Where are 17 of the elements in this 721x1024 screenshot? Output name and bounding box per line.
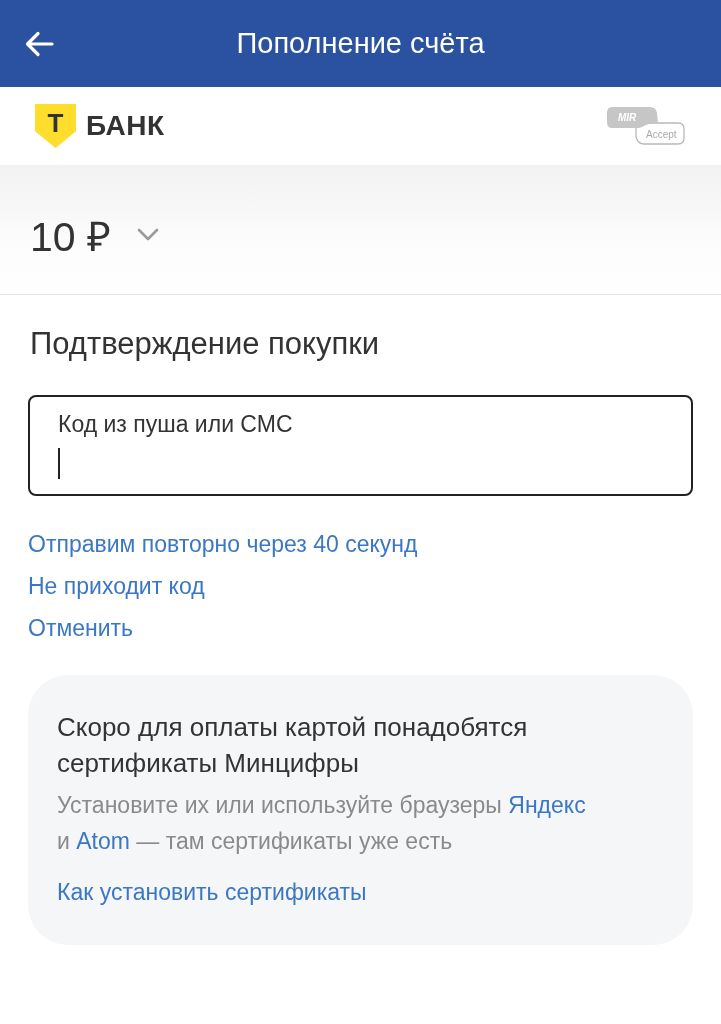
- text-cursor: [58, 448, 60, 479]
- action-link[interactable]: Не приходит код: [28, 565, 205, 607]
- screen-title: Пополнение счёта: [236, 27, 485, 60]
- back-arrow-icon: [24, 30, 54, 57]
- browser-link[interactable]: Atom: [76, 828, 130, 854]
- code-input-field[interactable]: Код из пуша или СМС: [28, 395, 693, 496]
- card-description: Установите их или используйте браузеры Яндекс и Atom — там сертификаты уже есть: [57, 791, 587, 856]
- install-certificates-link[interactable]: Как установить сертификаты: [57, 874, 367, 910]
- bank-logo: Т БАНК: [35, 104, 165, 148]
- chevron-down-icon: [137, 228, 159, 241]
- mir-accept-logo: MIR Accept: [606, 106, 686, 146]
- browser-link[interactable]: Яндекс: [508, 792, 586, 818]
- action-link[interactable]: Отправим повторно через 40 секунд: [28, 523, 418, 565]
- action-link[interactable]: Отменить: [28, 607, 134, 649]
- card-title: Скоро для оплаты картой понадобятся сертификаты Минцифры: [57, 711, 529, 780]
- amount-dropdown[interactable]: 10 ₽: [26, 202, 163, 267]
- section-title: Подтверждение покупки: [30, 326, 381, 362]
